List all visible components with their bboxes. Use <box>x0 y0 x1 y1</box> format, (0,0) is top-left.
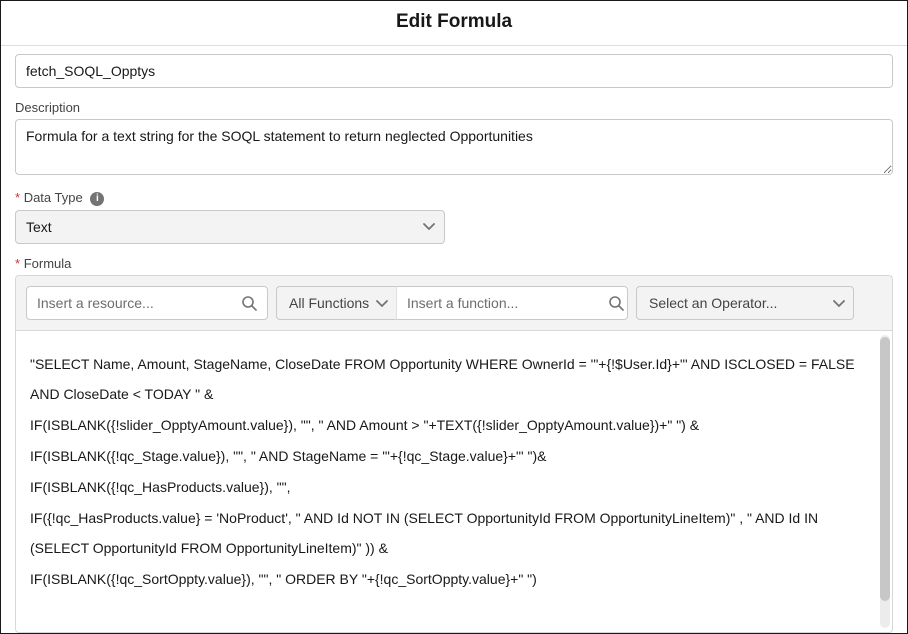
formula-toolbar: All Functions Select an Operator... <box>15 275 893 330</box>
name-field-block <box>15 54 893 88</box>
required-indicator: * <box>15 256 20 271</box>
function-combo-group: All Functions <box>276 286 628 320</box>
datatype-field-block: * Data Type i Text <box>15 190 893 244</box>
modal-title: Edit Formula <box>1 11 907 33</box>
chevron-down-icon <box>833 295 845 311</box>
function-category-dropdown[interactable]: All Functions <box>276 286 396 320</box>
description-textarea[interactable]: Formula for a text string for the SOQL s… <box>15 119 893 175</box>
chevron-down-icon <box>376 295 388 311</box>
modal-body: Description Formula for a text string fo… <box>1 46 907 633</box>
operator-dropdown[interactable]: Select an Operator... <box>636 286 854 320</box>
description-field-block: Description Formula for a text string fo… <box>15 100 893 178</box>
resource-combobox[interactable] <box>26 286 268 320</box>
scrollbar-track[interactable] <box>880 335 890 628</box>
formula-field-block: * Formula All Functions <box>15 256 893 633</box>
formula-editor-wrap: "SELECT Name, Amount, StageName, CloseDa… <box>15 330 893 633</box>
required-indicator: * <box>15 190 20 205</box>
modal-header: Edit Formula <box>1 1 907 46</box>
formula-editor[interactable]: "SELECT Name, Amount, StageName, CloseDa… <box>16 331 892 632</box>
function-search-input[interactable] <box>397 287 598 319</box>
search-icon <box>598 295 634 311</box>
info-icon[interactable]: i <box>90 192 104 206</box>
formula-name-input[interactable] <box>15 54 893 88</box>
scrollbar-thumb[interactable] <box>880 337 890 601</box>
datatype-label: * Data Type i <box>15 190 893 206</box>
edit-formula-modal: Edit Formula Description Formula for a t… <box>0 0 908 634</box>
formula-label: * Formula <box>15 256 893 271</box>
description-label: Description <box>15 100 893 115</box>
search-icon <box>231 295 267 311</box>
datatype-select-wrap[interactable]: Text <box>15 210 445 244</box>
resource-input[interactable] <box>27 287 231 319</box>
datatype-select[interactable]: Text <box>15 210 445 244</box>
function-search-combobox[interactable] <box>396 286 628 320</box>
